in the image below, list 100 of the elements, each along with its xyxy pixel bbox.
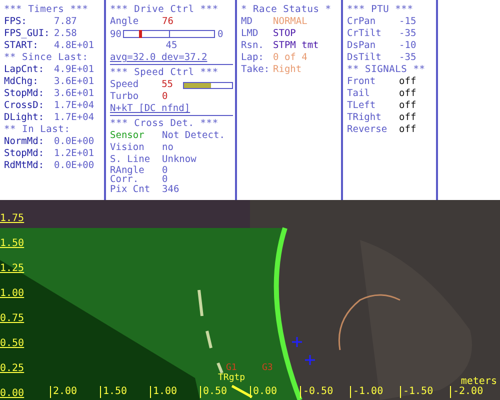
field-value: -15 [399,16,416,28]
axis-label: 0.00 [250,386,278,398]
field-value: 7.87 [54,16,77,28]
field-value: 4.9E+01 [54,64,94,76]
field-label: TRight [347,112,382,124]
marker-label: G3 [262,363,273,373]
section-header: ** In Last: [4,124,72,136]
field-label: Turbo [110,91,140,103]
field-value: 0.0E+00 [54,160,94,172]
section-header: *** PTU *** [347,4,414,16]
axis-unit: meters [460,376,497,387]
field-value: STPM tmt [273,40,319,52]
field-value: Right [273,64,302,76]
field-label: Reverse [347,124,388,136]
field-label: Tail [347,88,371,100]
axis-label: 0.25 [0,363,24,374]
axis-label: 0.50 [200,386,228,398]
axis-label: -1.00 [350,386,384,398]
axis-label: 1.50 [100,386,128,398]
field-label: FPS: [4,16,28,28]
scale-label: 0 [217,28,224,40]
axis-label: 0.50 [0,338,24,349]
field-label: Front [347,76,377,88]
axis-label: 2.00 [50,386,78,398]
field-value: 3.6E+01 [54,88,94,100]
axis-label: 1.00 [150,386,178,398]
field-value: 0 [162,166,168,175]
field-label: Vision [110,142,146,154]
field-value: 346 [162,184,180,196]
field-value: 0 [162,91,168,103]
field-value: -35 [399,52,416,64]
section-header: *** Timers *** [4,4,90,16]
status-text: N+kT [DC nfnd] [110,103,190,114]
axis-label: -1.50 [400,386,434,398]
field-label: LMD [241,28,260,40]
field-label: StopMd: [4,88,46,100]
field-value: off [399,100,416,112]
field-label: MdChg: [4,76,40,88]
field-value: -35 [399,28,416,40]
field-label: RdMtMd: [4,160,46,172]
axis-label: -2.00 [450,386,484,398]
field-label: DsPan [347,40,377,52]
field-value: 0.0E+00 [54,136,94,148]
field-value: off [399,124,416,136]
field-label: Speed [110,79,140,91]
axis-label: 1.50 [0,238,24,249]
field-value: 76 [162,16,174,28]
field-label: S. Line [110,154,152,166]
field-label: TLeft [347,100,377,112]
field-value: Unknow [162,154,196,166]
field-value: off [399,88,416,100]
section-header: ** SIGNALS ** [347,64,426,76]
field-value: 3.6E+01 [54,76,94,88]
field-value: 2.58 [54,28,77,40]
field-label: NormMd: [4,136,46,148]
marker-label: G1 [226,363,237,373]
field-value: 0 of 4 [273,52,308,64]
axis-label: 1.75 [0,213,24,224]
field-value: Not Detect. [162,130,225,142]
field-label: Sensor [110,130,146,142]
field-label: CrPan [347,16,377,28]
status-text: avg=32.0 dev=37.2 [110,52,208,63]
axis-label: -0.50 [300,386,334,398]
field-value: 4.8E+01 [54,40,94,52]
field-label: Take: [241,64,271,76]
section-header: * Race Status * [241,4,332,16]
axis-label: 0.00 [0,388,24,399]
field-value: no [162,142,174,154]
field-value: off [399,112,416,124]
field-value: 1.2E+01 [54,148,94,160]
section-header: *** Speed Ctrl *** [110,67,220,79]
field-label: CrTilt [347,28,382,40]
field-label: Rsn. [241,40,265,52]
section-header: *** Cross Det. *** [110,118,220,130]
field-label: StopMd: [4,148,46,160]
field-label: FPS_GUI: [4,28,51,40]
scale-label: 45 [166,40,178,51]
field-value: -10 [399,40,416,52]
field-value: off [399,76,416,88]
field-label: Pix Cnt [110,184,152,196]
field-label: DLight: [4,112,46,124]
axis-label: 0.75 [0,313,24,324]
field-value: 1.7E+04 [54,100,94,112]
field-label: RAngle [110,166,146,175]
field-label: Corr. [110,175,139,184]
axis-label: 1.25 [0,263,24,274]
field-label: MD [241,16,254,28]
section-header: *** Drive Ctrl *** [110,4,220,16]
field-value: 55 [162,79,174,91]
field-label: DsTilt [347,52,382,64]
scale-label: 90 [110,28,122,40]
field-label: CrossD: [4,100,46,112]
axis-label: 1.00 [0,288,24,299]
field-label: Lap: [241,52,265,64]
field-value: 0 [162,175,168,184]
field-label: Angle [110,16,140,28]
field-value: 1.7E+04 [54,112,94,124]
field-value: STOP [273,28,296,40]
marker-label: TRgtp [218,373,246,383]
field-label: LapCnt: [4,64,46,76]
